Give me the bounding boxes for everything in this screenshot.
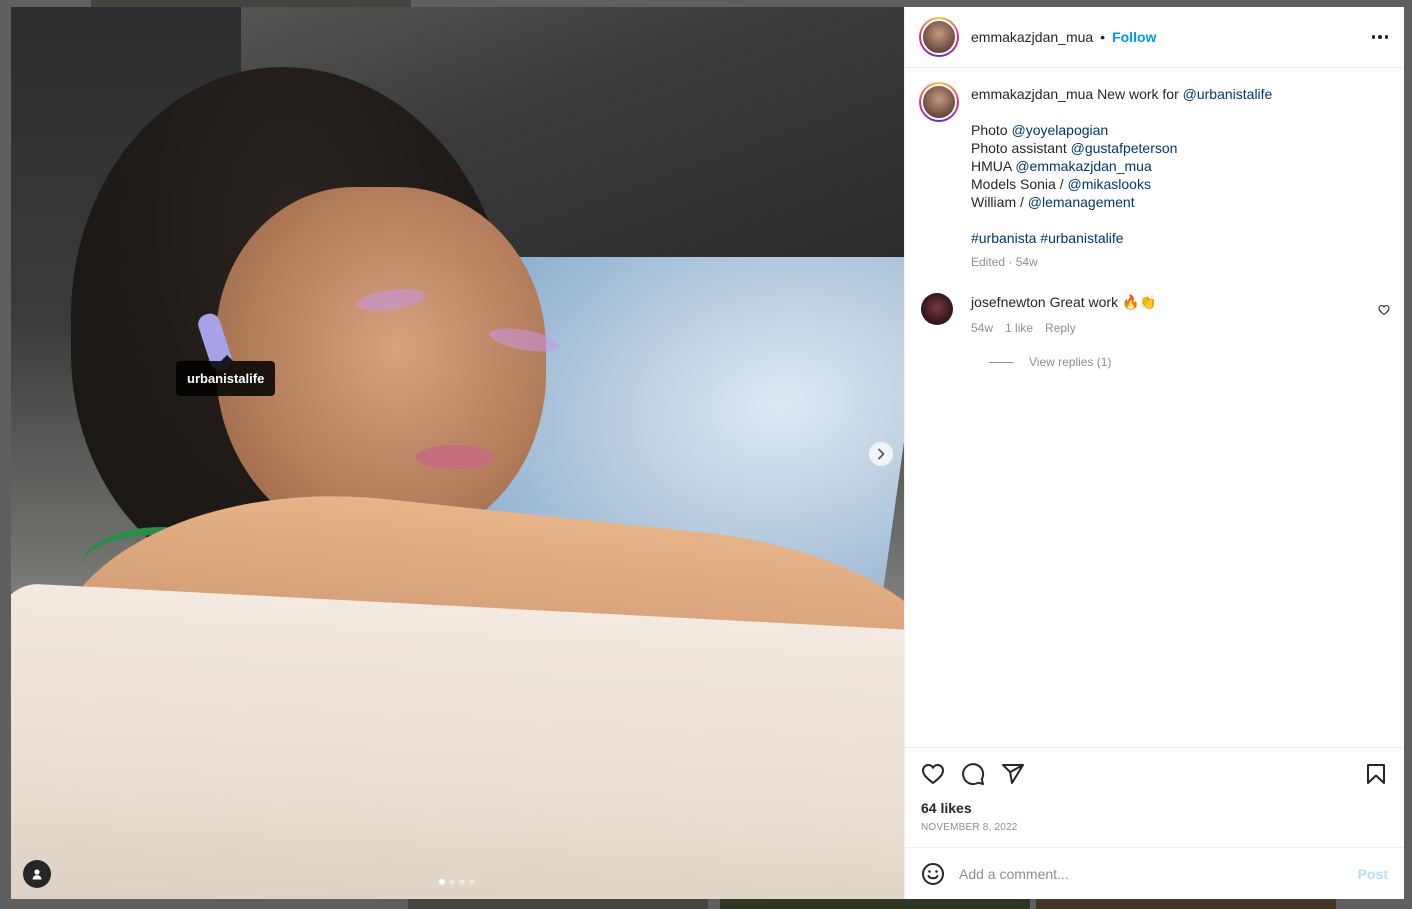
hashtag-link[interactable]: #urbanistalife xyxy=(1040,230,1123,246)
author-avatar[interactable] xyxy=(919,17,959,57)
emoji-icon[interactable] xyxy=(921,862,945,886)
comment-likes[interactable]: 1 like xyxy=(1005,319,1033,337)
carousel-dot xyxy=(469,879,475,885)
carousel-dot xyxy=(459,879,465,885)
carousel-dot xyxy=(449,879,455,885)
carousel-indicator xyxy=(439,879,475,885)
separator-dot: • xyxy=(1100,29,1106,45)
credit-line: Photo assistant @gustafpeterson xyxy=(971,140,1178,156)
credit-line: Photo @yoyelapogian xyxy=(971,122,1109,138)
post-caption: emmakazjdan_mua New work for @urbanistal… xyxy=(919,82,1390,271)
reply-button[interactable]: Reply xyxy=(1045,319,1076,337)
next-slide-button[interactable] xyxy=(869,442,893,466)
mention-link[interactable]: @gustafpeterson xyxy=(1071,140,1178,156)
mention-link[interactable]: @emmakazjdan_mua xyxy=(1015,158,1151,174)
follow-button[interactable]: Follow xyxy=(1112,29,1156,45)
view-replies-label: View replies (1) xyxy=(1029,355,1112,369)
more-icon xyxy=(1371,35,1375,39)
user-tags-button[interactable] xyxy=(23,860,51,888)
credit-line: Models Sonia / @mikaslooks xyxy=(971,176,1151,192)
caption-meta: Edited · 54w xyxy=(971,255,1038,269)
comment-like-heart-icon[interactable] xyxy=(1378,303,1390,321)
mention-link[interactable]: @lemanagement xyxy=(1028,194,1135,210)
add-comment-bar: Post xyxy=(905,847,1404,899)
credit-line: William / @lemanagement xyxy=(971,194,1135,210)
user-tags-icon xyxy=(31,868,43,880)
mention-link[interactable]: @mikaslooks xyxy=(1068,176,1151,192)
post-modal: urbanistalife emmakazjdan_mua • Follow e… xyxy=(11,7,1404,899)
comment-text: Great work 🔥👏 xyxy=(1049,294,1157,310)
comment-item: josefnewton Great work 🔥👏 54w 1 like Rep… xyxy=(919,293,1390,337)
commenter-avatar[interactable] xyxy=(921,293,953,325)
chevron-right-icon xyxy=(876,448,886,460)
view-replies-button[interactable]: View replies (1) xyxy=(989,355,1390,369)
share-icon[interactable] xyxy=(1001,762,1025,786)
model-lips xyxy=(416,445,494,469)
post-date[interactable]: NOVEMBER 8, 2022 xyxy=(921,822,1388,833)
hashtag-link[interactable]: #urbanista xyxy=(971,230,1036,246)
commenter-username[interactable]: josefnewton xyxy=(971,294,1046,310)
comment-input[interactable] xyxy=(959,865,1358,882)
mention-link[interactable]: @yoyelapogian xyxy=(1011,122,1108,138)
post-comment-button[interactable]: Post xyxy=(1358,866,1388,882)
comments-section[interactable]: emmakazjdan_mua New work for @urbanistal… xyxy=(905,68,1404,747)
post-image[interactable]: urbanistalife xyxy=(11,7,904,899)
post-header: emmakazjdan_mua • Follow xyxy=(905,7,1404,68)
caption-username[interactable]: emmakazjdan_mua xyxy=(971,86,1093,102)
caption-avatar[interactable] xyxy=(919,82,959,122)
heart-icon[interactable] xyxy=(921,762,945,786)
caption-intro: New work for xyxy=(1097,86,1179,102)
mention-link[interactable]: @urbanistalife xyxy=(1183,86,1273,102)
post-details-panel: emmakazjdan_mua • Follow emmakazjdan_mua… xyxy=(904,7,1404,899)
likes-count[interactable]: 64 likes xyxy=(921,800,1388,816)
product-tag[interactable]: urbanistalife xyxy=(176,355,276,396)
comment-age[interactable]: 54w xyxy=(971,319,993,337)
more-options-button[interactable] xyxy=(1371,35,1388,39)
bookmark-icon[interactable] xyxy=(1364,762,1388,786)
post-actions: 64 likes NOVEMBER 8, 2022 xyxy=(905,747,1404,847)
car-door xyxy=(11,582,904,899)
credit-line: HMUA @emmakazjdan_mua xyxy=(971,158,1152,174)
carousel-dot xyxy=(439,879,445,885)
comment-icon[interactable] xyxy=(961,762,985,786)
author-username[interactable]: emmakazjdan_mua xyxy=(971,29,1093,45)
caption-text: emmakazjdan_mua New work for @urbanistal… xyxy=(971,85,1272,271)
